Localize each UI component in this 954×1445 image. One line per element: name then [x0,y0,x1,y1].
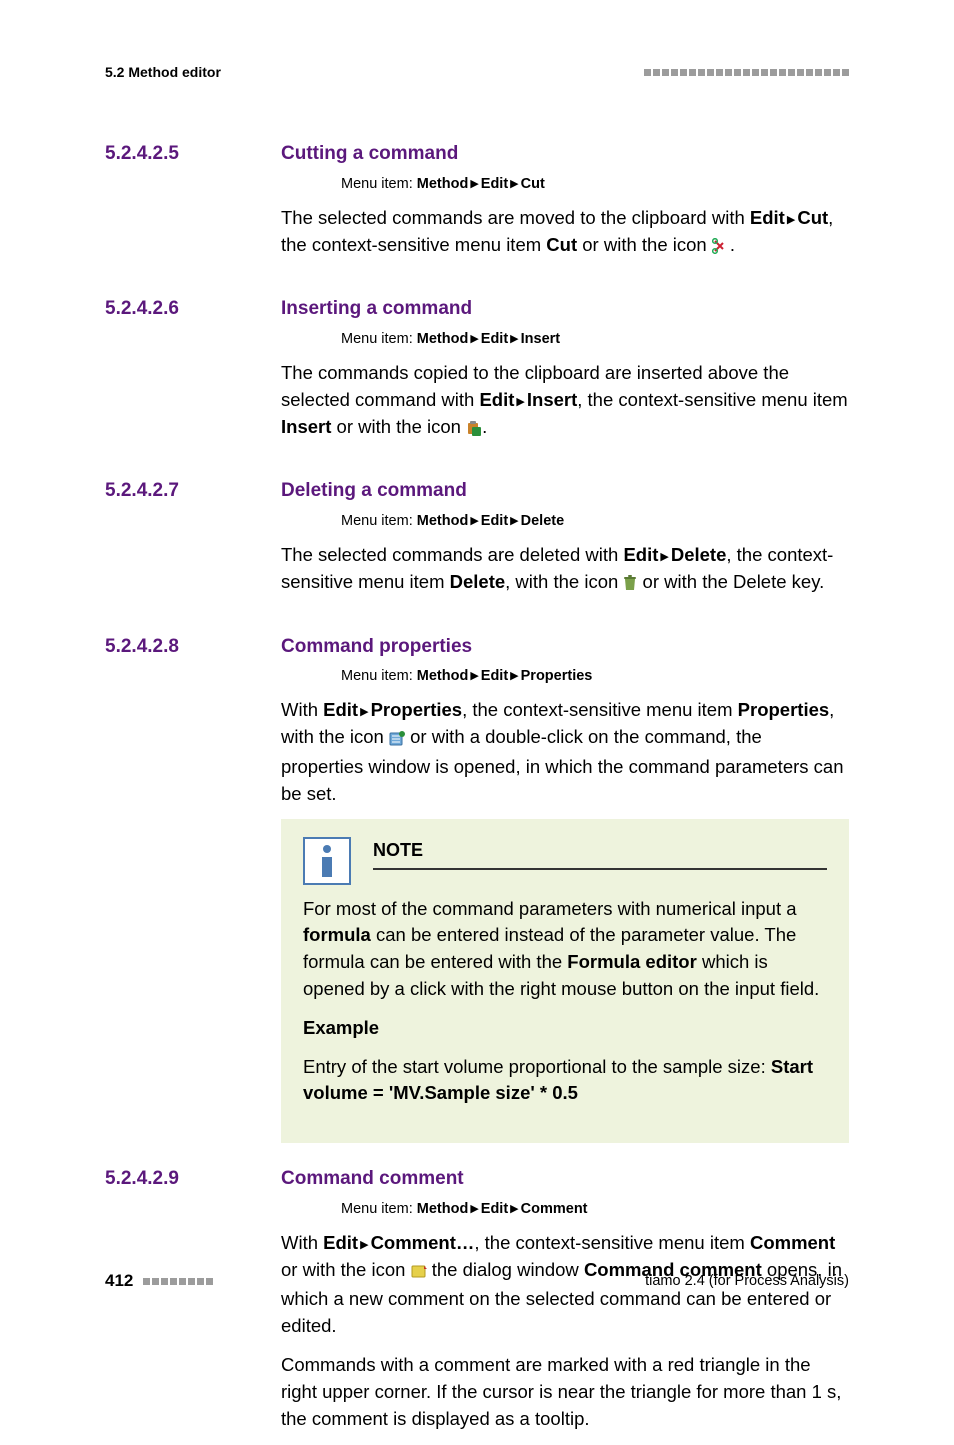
section-heading: Inserting a command [281,295,849,323]
example-label: Example [303,1015,827,1042]
note-body: For most of the command parameters with … [303,896,827,1003]
note-callout: NOTE For most of the command parameters … [281,819,849,1143]
section-number: 5.2.4.2.9 [105,1165,281,1444]
body-text: The commands copied to the clipboard are… [281,360,849,443]
footer-ornament [141,1278,213,1285]
body-text: The selected commands are deleted with E… [281,542,849,599]
note-title: NOTE [373,837,827,869]
menu-path: Menu item: Method▶Edit▶Comment [281,1199,849,1220]
menu-path: Menu item: Method▶Edit▶Cut [281,174,849,195]
properties-icon [389,727,405,754]
section-number: 5.2.4.2.8 [105,633,281,1144]
body-text: With Edit▶Properties, the context-sensit… [281,697,849,807]
section-heading: Command properties [281,633,849,661]
paste-icon [466,417,482,444]
running-header-left: 5.2 Method editor [105,62,221,82]
section-number: 5.2.4.2.6 [105,295,281,455]
body-text: The selected commands are moved to the c… [281,205,849,262]
header-ornament [642,69,849,76]
section-number: 5.2.4.2.5 [105,140,281,273]
menu-path: Menu item: Method▶Edit▶Properties [281,666,849,687]
section-heading: Cutting a command [281,140,849,168]
section-heading: Deleting a command [281,477,849,505]
menu-path: Menu item: Method▶Edit▶Insert [281,329,849,350]
page-number: 412 [105,1269,133,1294]
info-icon [303,837,351,885]
body-text: Commands with a comment are marked with … [281,1352,849,1432]
section-heading: Command comment [281,1165,849,1193]
section-number: 5.2.4.2.7 [105,477,281,610]
menu-path: Menu item: Method▶Edit▶Delete [281,511,849,532]
trash-icon [623,572,637,599]
scissors-icon [712,235,730,262]
footer-right: tiamo 2.4 (for Process Analysis) [645,1271,849,1292]
example-body: Entry of the start volume proportional t… [303,1054,827,1108]
